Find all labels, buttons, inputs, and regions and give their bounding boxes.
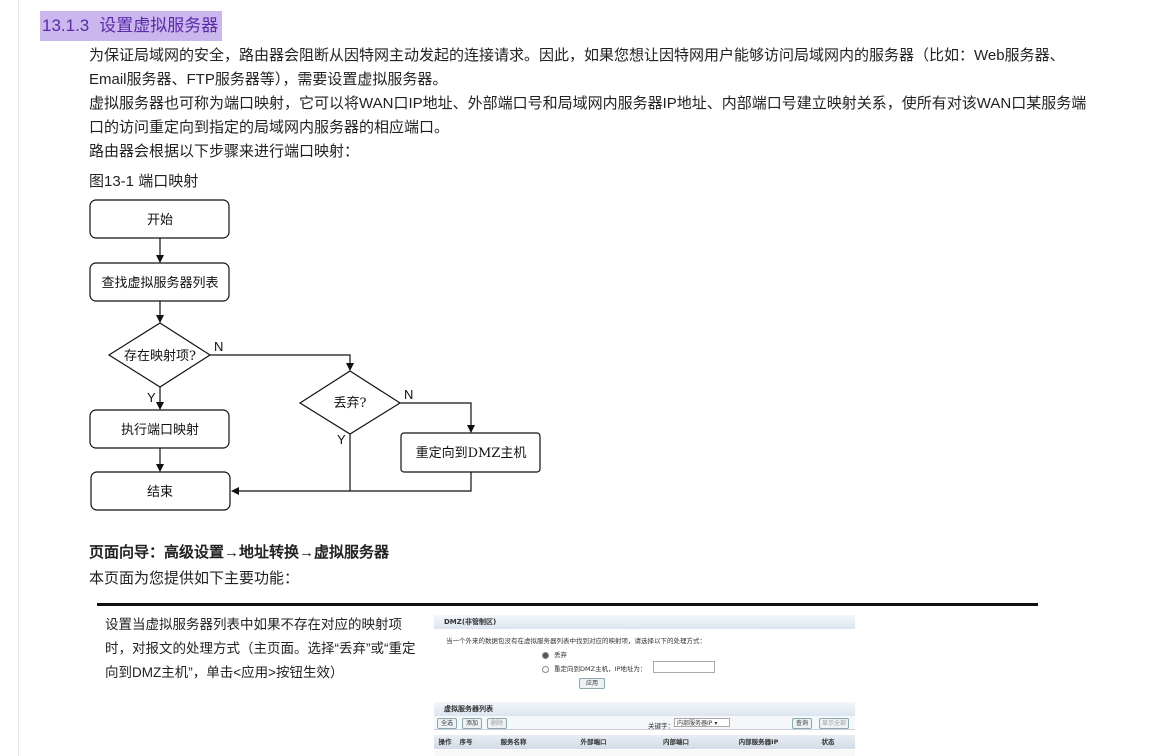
dmz-ip-input[interactable]: [653, 661, 715, 673]
chevron-down-icon: ▾: [714, 720, 718, 727]
section-number: 13.1.3: [42, 16, 90, 35]
paragraph-steps: 路由器会根据以下步骤来进行端口映射：: [89, 143, 360, 160]
port-mapping-flowchart: 开始 查找虚拟服务器列表 存在映射项? 执行端口映射 丢弃? 重定向到DMZ主机…: [89, 199, 541, 511]
dmz-section-title: DMZ(非管制区): [434, 615, 855, 629]
map-label: 执行端口映射: [121, 422, 199, 438]
col-external-port: 外部端口: [580, 738, 607, 746]
add-button[interactable]: 添加: [462, 718, 482, 729]
paragraph-intro: 为保证局域网的安全，路由器会阻断从因特网主动发起的连接请求。因此，如果您想让因特…: [89, 47, 1065, 88]
radio-selected-icon: [542, 651, 549, 659]
dmz-note: 当一个外来的数据包没有在虚拟服务器列表中找到对应的映射项，请选择以下的处理方式：: [446, 637, 706, 645]
col-internal-ip: 内部服务器IP: [738, 738, 779, 746]
no-label-discard: N: [404, 387, 413, 402]
option-redirect-label: 重定向到DMZ主机，IP地址为：: [554, 665, 647, 673]
table-row: [434, 750, 855, 756]
router-ui-screenshot: DMZ(非管制区) 当一个外来的数据包没有在虚拟服务器列表中找到对应的映射项，请…: [434, 614, 855, 756]
apply-button[interactable]: 应用: [579, 678, 605, 689]
vserver-list-title: 虚拟服务器列表: [434, 702, 855, 716]
features-intro: 本页面为您提供如下主要功能：: [89, 570, 300, 587]
col-internal-port: 内部端口: [663, 738, 689, 746]
lookup-label: 查找虚拟服务器列表: [101, 275, 218, 291]
radio-icon: [542, 665, 549, 673]
option-discard[interactable]: 丢弃: [542, 649, 567, 659]
search-select-value: 内部服务器IP: [677, 720, 713, 727]
option-redirect[interactable]: 重定向到DMZ主机，IP地址为：: [542, 663, 646, 673]
discard-label: 丢弃?: [334, 396, 367, 411]
figure-caption: 图13-1 端口映射: [89, 173, 199, 190]
section-title: 设置虚拟服务器: [99, 16, 219, 35]
no-label-exists: N: [214, 339, 223, 354]
list-header: 操作 序号 服务名称 外部端口 内部端口 内部服务器IP 状态: [434, 735, 855, 749]
search-button[interactable]: 查询: [792, 718, 812, 729]
dmz-label: 重定向到DMZ主机: [416, 445, 527, 461]
section-heading: 13.1.3 设置虚拟服务器: [40, 11, 223, 41]
start-label: 开始: [147, 213, 173, 228]
paragraph-port-mapping: 虚拟服务器也可称为端口映射，它可以将WAN口IP地址、外部端口号和局域网内服务器…: [89, 95, 1087, 136]
search-label: 关键字：: [648, 722, 674, 730]
page-navigation-path: 页面向导：高级设置→地址转换→虚拟服务器: [89, 544, 390, 561]
feature-description: 设置当虚拟服务器列表中如果不存在对应的映射项时，对报文的处理方式（主页面。选择“…: [105, 617, 416, 680]
page-left-rule: [18, 0, 19, 756]
end-label: 结束: [147, 485, 173, 500]
option-discard-label: 丢弃: [554, 651, 567, 659]
search-select[interactable]: 内部服务器IP ▾: [674, 718, 730, 727]
col-index: 序号: [459, 738, 473, 746]
show-all-button[interactable]: 显示全部: [819, 718, 849, 729]
table-top-rule: [97, 603, 1038, 606]
select-all-button[interactable]: 全选: [437, 718, 457, 729]
col-action: 操作: [438, 738, 452, 746]
delete-button[interactable]: 删除: [487, 718, 507, 729]
col-status: 状态: [821, 738, 835, 746]
yes-label-discard: Y: [337, 432, 346, 447]
exists-label: 存在映射项?: [124, 348, 196, 364]
yes-label-exists: Y: [147, 390, 156, 405]
col-service-name: 服务名称: [500, 738, 527, 746]
